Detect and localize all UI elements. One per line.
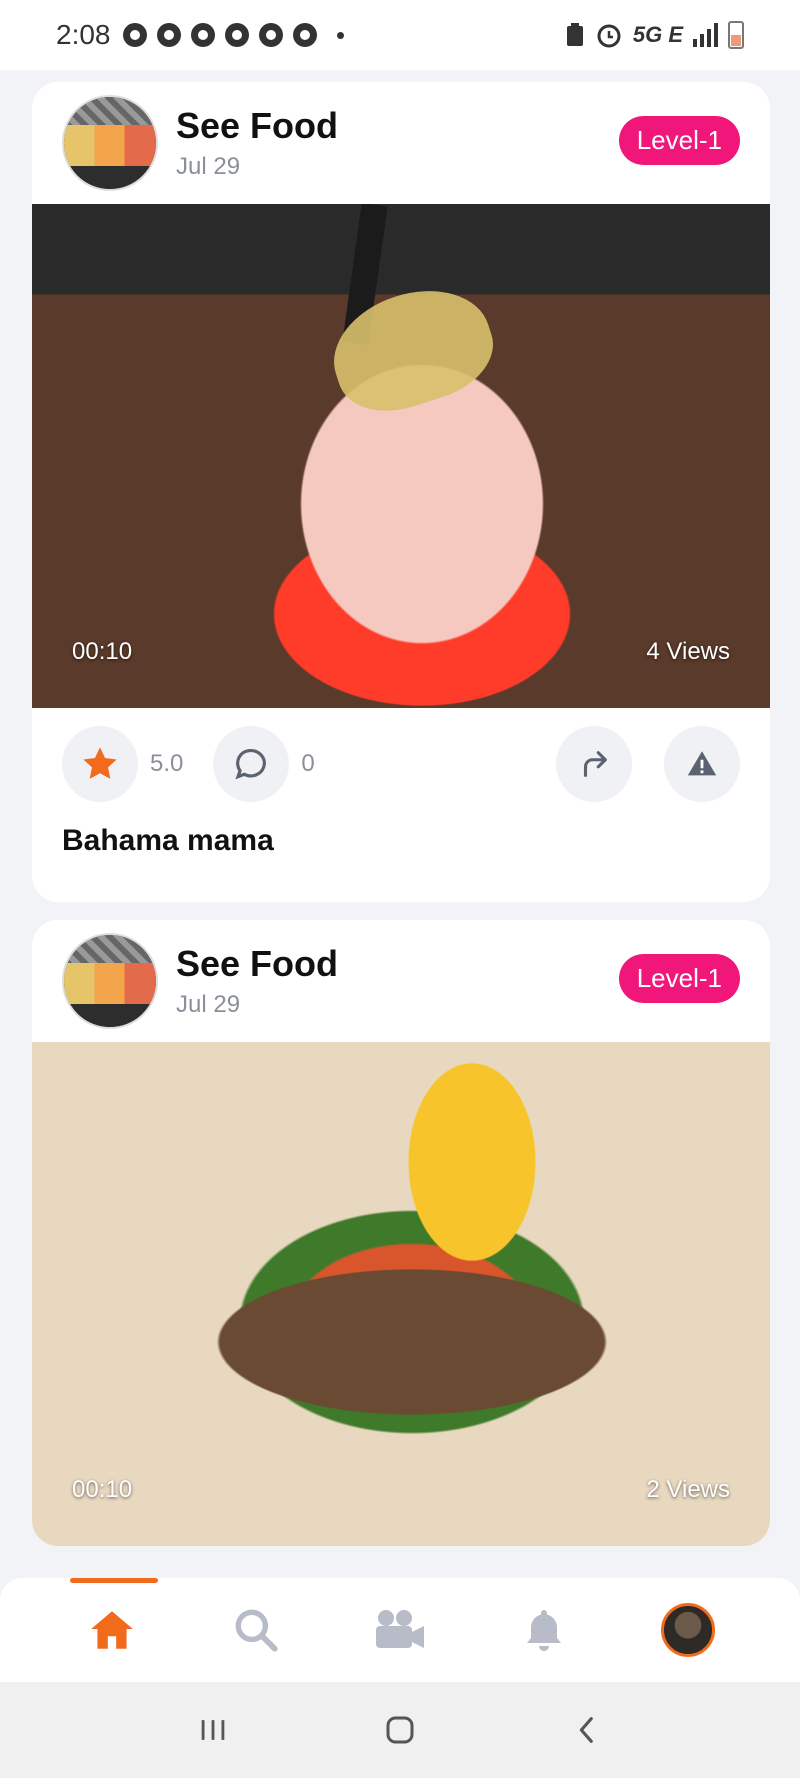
comment-count: 0 [301, 750, 315, 777]
status-time: 2:08 [56, 19, 111, 50]
battery-icon [728, 21, 744, 49]
active-tab-indicator [70, 1578, 158, 1583]
level-badge: Level-1 [618, 116, 740, 165]
signal-icon [693, 23, 718, 47]
network-type: 5G E [632, 22, 683, 47]
bottom-nav [0, 1578, 800, 1682]
post-actions: 5.0 0 [32, 708, 770, 820]
video-duration: 00:10 [72, 638, 133, 665]
back-icon[interactable] [570, 1713, 604, 1747]
warning-icon [687, 751, 717, 776]
bell-icon [527, 1610, 561, 1651]
post-header: See Food Jul 29 Level-1 [32, 82, 770, 204]
chrome-icon [292, 23, 317, 47]
video-thumbnail[interactable]: 00:10 4 Views [32, 204, 770, 708]
nav-video[interactable] [368, 1598, 432, 1662]
chrome-icon [190, 23, 215, 47]
rate-button[interactable] [62, 726, 138, 802]
home-button-icon[interactable] [382, 1712, 418, 1748]
system-status: 5G E [565, 21, 744, 49]
battery-saver-icon [566, 23, 583, 46]
more-notifications-dot [336, 31, 344, 39]
post-card: See Food Jul 29 Level-1 00:10 4 Views 5.… [32, 82, 770, 902]
alarm-icon [597, 24, 621, 48]
system-nav-bar [0, 1682, 800, 1778]
rating-value: 5.0 [150, 750, 184, 777]
comment-button[interactable] [213, 726, 290, 802]
notification-icon [122, 23, 147, 47]
video-duration: 00:10 [72, 1476, 133, 1503]
author-name[interactable]: See Food [176, 943, 338, 985]
post-caption: Bahama mama [62, 824, 274, 857]
home-icon [91, 1611, 133, 1649]
chrome-icon [258, 23, 283, 47]
report-button[interactable] [664, 726, 740, 802]
chrome-icon [224, 23, 249, 47]
nav-notifications[interactable] [512, 1598, 576, 1662]
level-badge: Level-1 [618, 954, 740, 1003]
nav-search[interactable] [224, 1598, 288, 1662]
post-date: Jul 29 [176, 991, 241, 1018]
star-icon [83, 747, 117, 779]
comment-icon [235, 748, 267, 780]
post-card: See Food Jul 29 Level-1 00:10 2 Views [32, 920, 770, 1546]
chrome-icon [156, 23, 181, 47]
video-thumbnail[interactable]: 00:10 2 Views [32, 1042, 770, 1546]
author-name[interactable]: See Food [176, 105, 338, 147]
profile-avatar [661, 1603, 715, 1657]
search-icon [235, 1609, 278, 1652]
post-date: Jul 29 [176, 153, 241, 180]
avatar[interactable] [62, 933, 158, 1029]
view-count: 2 Views [646, 1476, 730, 1503]
status-bar: 2:08 5G E [0, 0, 800, 70]
feed: See Food Jul 29 Level-1 00:10 4 Views 5.… [32, 82, 770, 1564]
video-camera-icon [376, 1610, 424, 1648]
nav-profile[interactable] [656, 1598, 720, 1662]
avatar[interactable] [62, 95, 158, 191]
recent-apps-icon[interactable] [196, 1713, 230, 1747]
post-header: See Food Jul 29 Level-1 [32, 920, 770, 1042]
view-count: 4 Views [646, 638, 730, 665]
notification-icons [122, 23, 344, 47]
share-button[interactable] [556, 726, 632, 802]
nav-home[interactable] [80, 1598, 144, 1662]
share-icon [583, 751, 607, 777]
